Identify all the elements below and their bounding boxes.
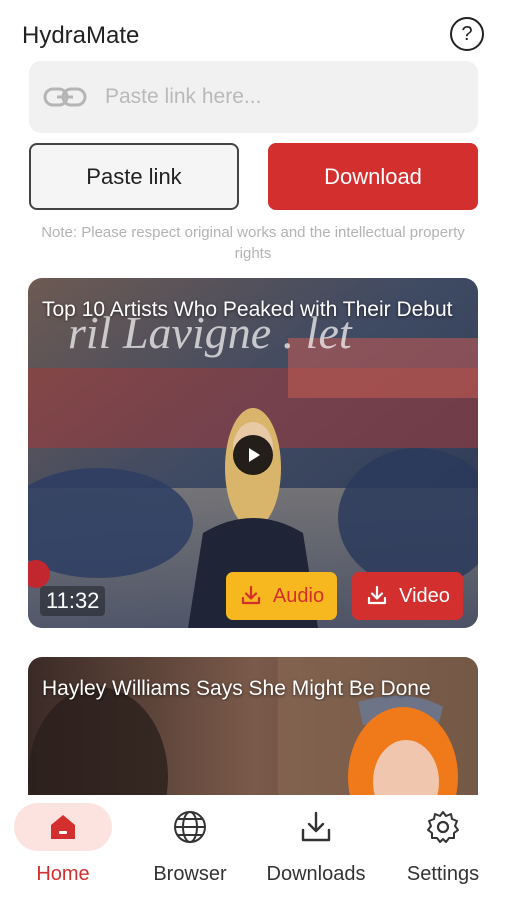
video-card[interactable]: ril Lavigne . let Top 10 Artists Who Pea… — [28, 278, 478, 628]
link-input[interactable] — [103, 76, 478, 118]
nav-downloads-label: Downloads — [266, 863, 366, 885]
download-button[interactable]: Download — [268, 143, 478, 210]
download-icon — [241, 585, 261, 605]
video-title: Hayley Williams Says She Might Be Done — [42, 677, 431, 700]
note-text: Note: Please respect original works and … — [41, 224, 465, 262]
nav-browser-label: Browser — [153, 863, 227, 885]
nav-browser-icon-wrap — [141, 803, 239, 851]
nav-home[interactable]: Home — [0, 795, 126, 900]
nav-browser[interactable]: Browser — [127, 795, 253, 900]
download-icon — [367, 585, 387, 605]
gear-icon — [427, 811, 459, 843]
video-title: Top 10 Artists Who Peaked with Their Deb… — [42, 298, 453, 321]
help-button[interactable]: ? — [450, 17, 484, 51]
nav-home-label: Home — [36, 863, 90, 885]
nav-downloads[interactable]: Downloads — [253, 795, 379, 900]
home-icon — [51, 815, 75, 839]
nav-settings-icon-wrap — [394, 803, 492, 851]
paste-link-button[interactable]: Paste link — [29, 143, 239, 210]
video-duration: 11:32 — [40, 586, 106, 616]
question-icon: ? — [461, 23, 473, 45]
audio-label: Audio — [272, 584, 325, 607]
bottom-navigation: Home Browser Downloads Settings — [0, 795, 506, 900]
app-header: HydraMate ? — [0, 0, 506, 62]
link-icon — [43, 87, 87, 107]
audio-download-button[interactable]: Audio — [226, 572, 337, 620]
play-button[interactable] — [233, 435, 273, 475]
play-icon — [249, 448, 260, 462]
video-label: Video — [399, 584, 450, 607]
nav-home-icon-wrap — [14, 803, 112, 851]
video-download-button[interactable]: Video — [352, 572, 463, 620]
nav-settings-label: Settings — [406, 863, 480, 885]
globe-icon — [174, 811, 206, 843]
download-icon — [301, 811, 331, 842]
nav-settings[interactable]: Settings — [380, 795, 506, 900]
link-input-box[interactable] — [29, 61, 478, 133]
app-title: HydraMate — [22, 22, 140, 49]
nav-downloads-icon-wrap — [267, 803, 365, 851]
